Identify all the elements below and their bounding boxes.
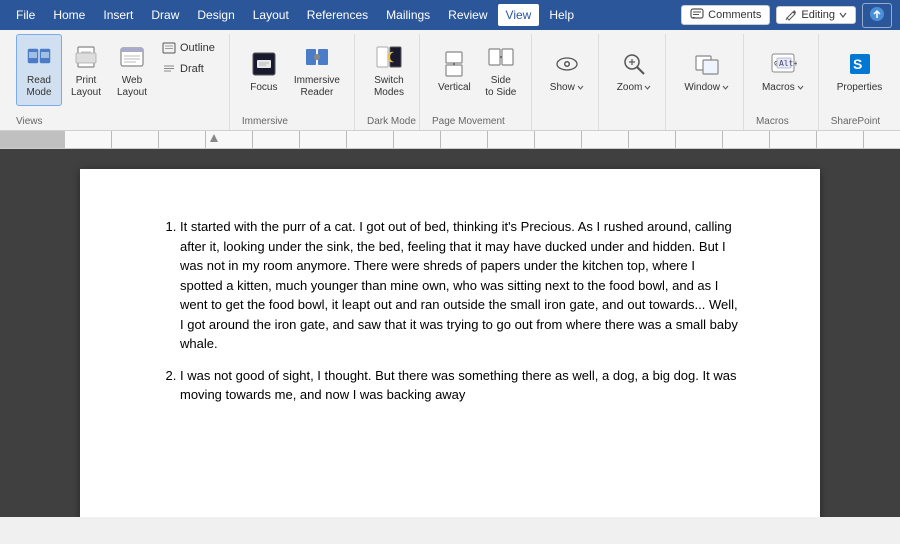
dropdown-arrow-icon (839, 11, 847, 19)
read-mode-button[interactable]: ReadMode (16, 34, 62, 106)
ruler-inner (0, 131, 900, 148)
menu-help[interactable]: Help (541, 4, 582, 26)
list-item: It started with the purr of a cat. I got… (180, 217, 740, 354)
macros-button[interactable]: ⚙Alt+ Macros (756, 34, 810, 106)
ribbon-group-views: ReadMode PrintLayout WebLayout Outline (8, 34, 230, 130)
switch-modes-icon (373, 41, 405, 73)
small-view-buttons: Outline Draft (156, 38, 221, 79)
print-layout-button[interactable]: PrintLayout (64, 34, 108, 106)
ribbon: ReadMode PrintLayout WebLayout Outline (0, 30, 900, 131)
draft-icon (162, 62, 176, 76)
properties-label: Properties (837, 82, 883, 93)
immersive-reader-label: ImmersiveReader (294, 75, 340, 99)
ribbon-group-sharepoint: S Properties SharePoint (823, 34, 897, 130)
menu-home[interactable]: Home (45, 4, 93, 26)
svg-text:S: S (853, 56, 862, 72)
ruler (0, 131, 900, 149)
window-label: Window (684, 82, 729, 93)
views-group-label: Views (16, 116, 43, 127)
macros-label: Macros (762, 82, 804, 93)
zoom-icon (618, 48, 650, 80)
darkmode-group-label: Dark Mode (367, 116, 416, 127)
document-list: It started with the purr of a cat. I got… (160, 217, 740, 405)
ribbon-group-window: Window (670, 34, 744, 130)
ribbon-group-pagemovement: Vertical Sideto Side Page Movement (424, 34, 532, 130)
read-mode-label: ReadMode (26, 75, 51, 99)
share-icon (869, 6, 885, 22)
immersive-reader-icon (301, 41, 333, 73)
vertical-button[interactable]: Vertical (432, 34, 477, 106)
side-to-side-button[interactable]: Sideto Side (479, 34, 523, 106)
paragraph-1: It started with the purr of a cat. I got… (180, 219, 738, 351)
read-mode-icon (23, 41, 55, 73)
outline-button[interactable]: Outline (156, 38, 221, 58)
ribbon-group-macros: ⚙Alt+ Macros Macros (748, 34, 819, 130)
focus-label: Focus (250, 82, 277, 93)
menu-bar: File Home Insert Draw Design Layout Refe… (0, 0, 900, 30)
ribbon-group-show: Show (536, 34, 599, 130)
macros-icon: ⚙Alt+ (767, 48, 799, 80)
macros-group-label: Macros (756, 116, 789, 127)
switch-modes-button[interactable]: SwitchModes (367, 34, 411, 106)
properties-icon: S (844, 48, 876, 80)
menu-design[interactable]: Design (189, 4, 242, 26)
focus-button[interactable]: Focus (242, 34, 286, 106)
web-layout-label: WebLayout (117, 75, 147, 99)
share-button[interactable] (862, 3, 892, 28)
comments-button[interactable]: Comments (681, 5, 770, 25)
ribbon-group-zoom: Zoom (603, 34, 667, 130)
menu-file[interactable]: File (8, 4, 43, 26)
document-area[interactable]: It started with the purr of a cat. I got… (0, 149, 900, 517)
outline-label: Outline (180, 42, 215, 54)
menu-bar-right: Comments Editing (681, 3, 892, 28)
comment-icon (690, 8, 704, 22)
ribbon-content: ReadMode PrintLayout WebLayout Outline (0, 30, 900, 130)
menu-layout[interactable]: Layout (245, 4, 297, 26)
menu-review[interactable]: Review (440, 4, 495, 26)
ribbon-group-immersive: Focus ImmersiveReader Immersive (234, 34, 355, 130)
side-to-side-icon (485, 41, 517, 73)
menu-mailings[interactable]: Mailings (378, 4, 438, 26)
list-item: I was not good of sight, I thought. But … (180, 366, 740, 405)
focus-icon (248, 48, 280, 80)
draft-label: Draft (180, 63, 204, 75)
show-label: Show (550, 82, 584, 93)
draft-button[interactable]: Draft (156, 59, 221, 79)
immersive-reader-button[interactable]: ImmersiveReader (288, 34, 346, 106)
vertical-icon (438, 48, 470, 80)
menu-references[interactable]: References (299, 4, 376, 26)
editing-button[interactable]: Editing (776, 6, 856, 24)
pagemovement-group-label: Page Movement (432, 116, 505, 127)
print-layout-icon (70, 41, 102, 73)
window-icon (691, 48, 723, 80)
web-layout-icon (116, 41, 148, 73)
paragraph-2: I was not good of sight, I thought. But … (180, 368, 736, 403)
show-button[interactable]: Show (544, 34, 590, 106)
menu-draw[interactable]: Draw (143, 4, 187, 26)
ribbon-group-darkmode: SwitchModes Dark Mode (359, 34, 420, 130)
immersive-group-label: Immersive (242, 116, 288, 127)
zoom-button[interactable]: Zoom (611, 34, 658, 106)
window-button[interactable]: Window (678, 34, 735, 106)
switch-modes-label: SwitchModes (374, 75, 404, 99)
menu-insert[interactable]: Insert (95, 4, 141, 26)
vertical-label: Vertical (438, 82, 471, 93)
web-layout-button[interactable]: WebLayout (110, 34, 154, 106)
zoom-label: Zoom (617, 82, 652, 93)
print-layout-label: PrintLayout (71, 75, 101, 99)
document-page: It started with the purr of a cat. I got… (80, 169, 820, 517)
show-icon (551, 48, 583, 80)
svg-text:Alt+: Alt+ (779, 59, 797, 68)
sharepoint-group-label: SharePoint (831, 116, 880, 127)
pencil-icon (785, 9, 797, 21)
menu-view[interactable]: View (498, 4, 540, 26)
outline-icon (162, 41, 176, 55)
side-to-side-label: Sideto Side (485, 75, 516, 99)
ruler-indent-marker[interactable] (210, 134, 218, 142)
properties-button[interactable]: S Properties (831, 34, 889, 106)
